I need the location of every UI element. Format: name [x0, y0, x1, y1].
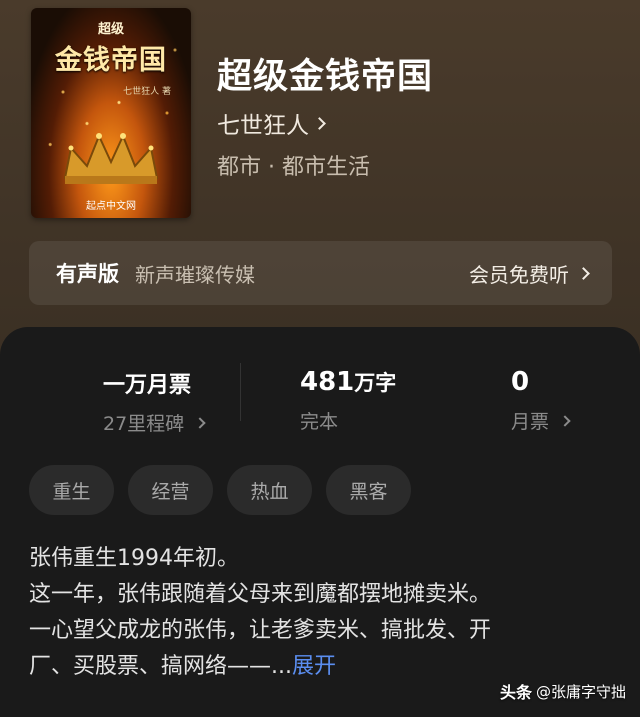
author-name: 七世狂人 — [217, 113, 309, 139]
tag-chip[interactable]: 经营 — [128, 465, 213, 515]
tag-chip[interactable]: 重生 — [29, 465, 114, 515]
free-listen-label: 会员免费听 — [469, 262, 569, 287]
chevron-right-icon — [577, 266, 590, 280]
genre-label: 都市 · 都市生活 — [217, 155, 370, 180]
chevron-right-icon — [194, 416, 206, 429]
status-label: 完本 — [300, 411, 339, 433]
monthly-votes-label: 月票 — [511, 411, 550, 433]
chevron-right-icon — [313, 116, 326, 130]
book-cover[interactable]: 超级 金钱帝国 七世狂人 著 起点中文网 — [31, 8, 191, 218]
synopsis-line: 张伟重生1994年初。 — [29, 546, 239, 571]
cover-small-title: 超级 — [97, 22, 124, 37]
stat-milestone-value: 一万月票 — [103, 373, 192, 398]
stat-status: 完本 — [300, 407, 460, 434]
free-listen-link[interactable]: 会员免费听 — [469, 259, 590, 288]
watermark: 头条 @张庸字守拙 — [500, 679, 626, 703]
word-count-unit: 万字 — [354, 371, 397, 395]
cover-brand: 起点中文网 — [86, 201, 136, 212]
chevron-right-icon — [559, 414, 571, 427]
watermark-handle: @张庸字守拙 — [535, 682, 626, 701]
audio-version-bar[interactable]: 有声版 新声璀璨传媒 会员免费听 — [29, 241, 612, 305]
stat-milestone[interactable]: 一万月票 27里程碑 — [103, 367, 263, 436]
expand-link[interactable]: 展开 — [292, 654, 336, 679]
author-link[interactable]: 七世狂人 — [217, 106, 326, 140]
word-count-number: 481 — [300, 367, 355, 397]
stats-divider — [240, 363, 241, 421]
synopsis-line: 厂、买股票、搞网络——... — [29, 654, 292, 679]
cover-title: 金钱帝国 — [55, 45, 167, 76]
stats-row: 一万月票 27里程碑 481万字 完本 0 月票 — [0, 327, 640, 447]
stat-word-count: 481万字 完本 — [300, 367, 460, 434]
audio-label: 有声版 — [56, 262, 119, 286]
watermark-brand: 头条 — [499, 683, 532, 702]
cover-author: 七世狂人 著 — [123, 87, 171, 97]
crown-icon — [63, 133, 159, 184]
stat-milestone-sub: 27里程碑 — [103, 409, 263, 436]
stat-milestone-label: 27里程碑 — [103, 413, 185, 435]
monthly-votes-sub: 月票 — [511, 407, 640, 434]
synopsis: 张伟重生1994年初。 这一年，张伟跟随着父母来到魔都摆地摊卖米。 一心望父成龙… — [29, 541, 609, 685]
tag-list: 重生 经营 热血 黑客 — [29, 465, 411, 515]
stat-word-count-value: 481万字 — [300, 367, 460, 397]
tag-chip[interactable]: 黑客 — [326, 465, 411, 515]
synopsis-line: 这一年，张伟跟随着父母来到魔都摆地摊卖米。 — [29, 582, 492, 607]
book-title: 超级金钱帝国 — [217, 57, 434, 97]
monthly-votes-value: 0 — [511, 367, 530, 397]
audio-publisher: 新声璀璨传媒 — [135, 262, 255, 287]
synopsis-line: 一心望父成龙的张伟，让老爹卖米、搞批发、开 — [29, 618, 492, 643]
stat-monthly-votes[interactable]: 0 月票 — [511, 367, 640, 434]
info-panel: 一万月票 27里程碑 481万字 完本 0 月票 重生 经营 热血 黑客 张伟重 — [0, 327, 640, 717]
tag-chip[interactable]: 热血 — [227, 465, 312, 515]
